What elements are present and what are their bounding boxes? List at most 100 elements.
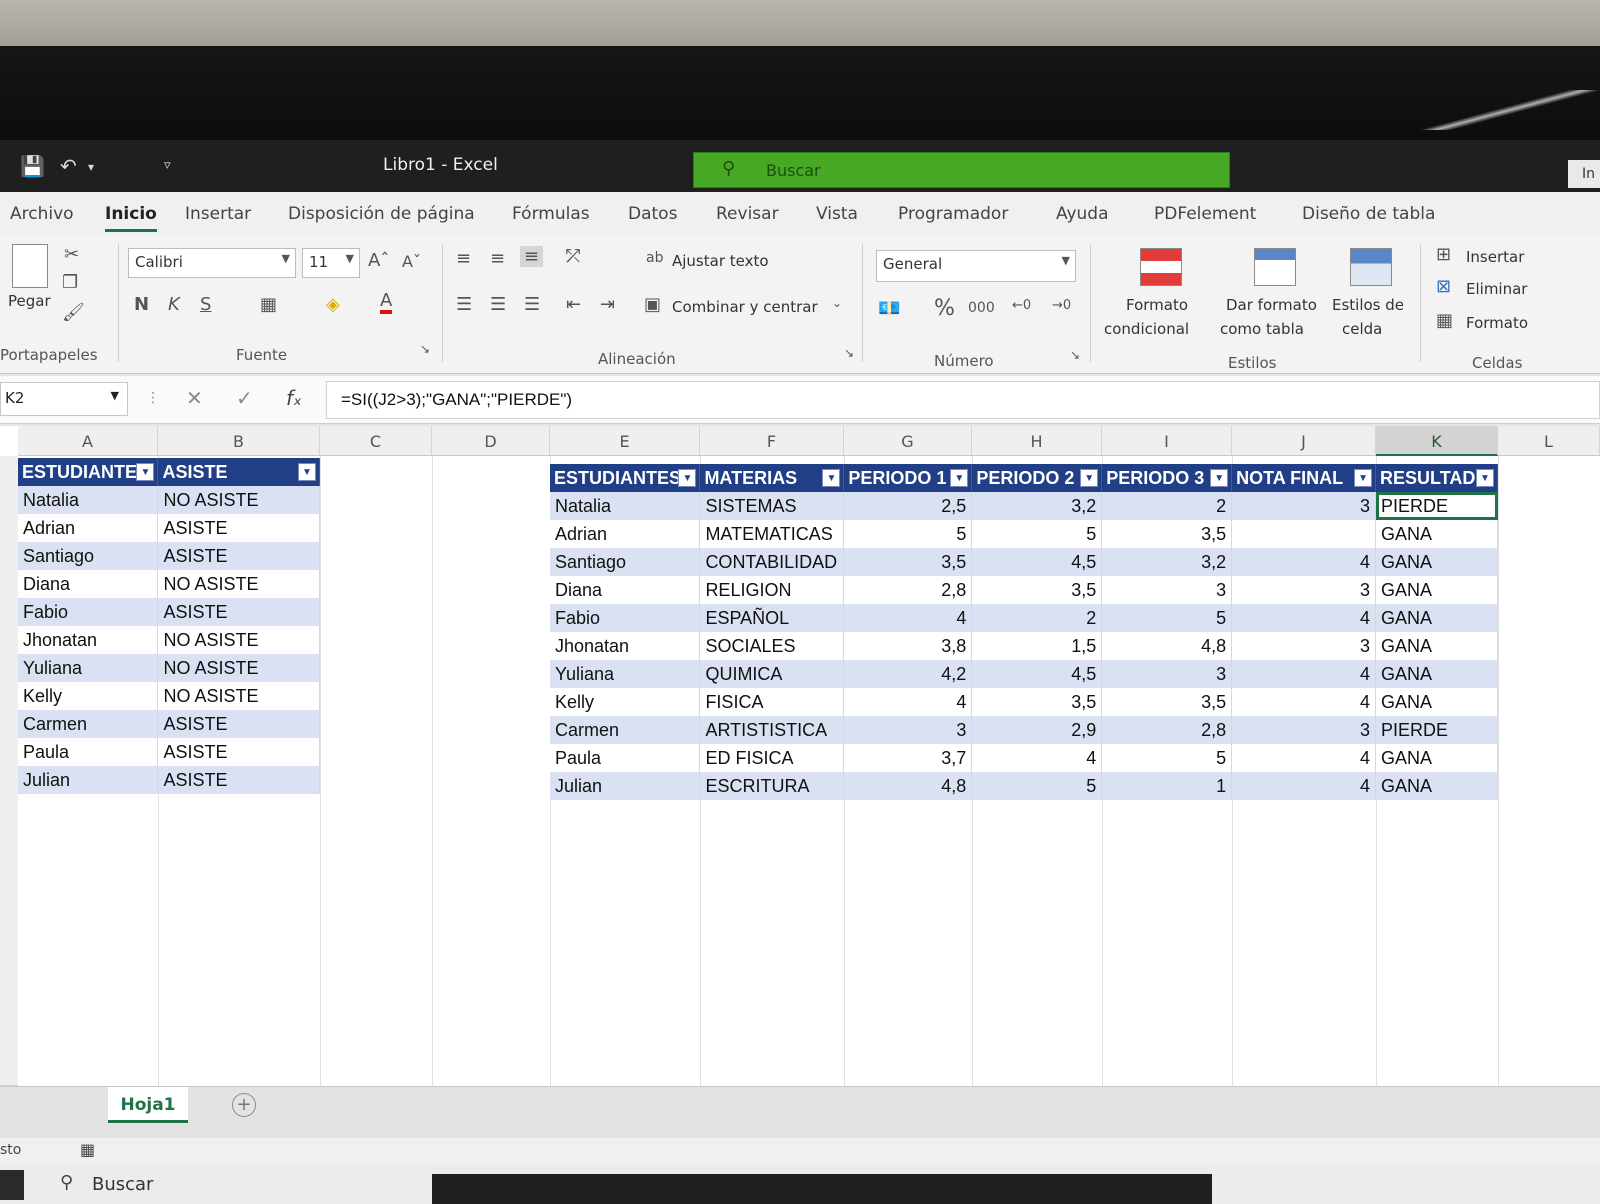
increase-font-icon[interactable]: Aˆ bbox=[368, 250, 389, 271]
cell-result[interactable]: GANA bbox=[1375, 548, 1498, 576]
cell-period-2[interactable]: 2 bbox=[971, 604, 1103, 632]
cell-student[interactable]: Yuliana bbox=[550, 660, 701, 688]
align-left-icon[interactable]: ☰ bbox=[456, 294, 472, 315]
cell-student[interactable]: Jhonatan bbox=[18, 626, 159, 654]
cancel-icon[interactable]: ✕ bbox=[186, 386, 203, 410]
cell-attendance[interactable]: ASISTE bbox=[157, 598, 320, 626]
cell-final-grade[interactable]: 3 bbox=[1231, 576, 1377, 604]
format-painter-icon[interactable]: 🖌 bbox=[62, 302, 85, 323]
cell-attendance[interactable]: ASISTE bbox=[157, 766, 320, 794]
save-icon[interactable]: 💾 bbox=[20, 154, 45, 178]
column-header-h[interactable]: H bbox=[972, 426, 1102, 456]
filter-dropdown-icon[interactable]: ▼ bbox=[678, 469, 697, 487]
cell-period-1[interactable]: 4 bbox=[843, 688, 973, 716]
cell-result[interactable]: GANA bbox=[1375, 772, 1498, 800]
tab-diseno-tabla[interactable]: Diseño de tabla bbox=[1302, 204, 1435, 224]
cell-student[interactable]: Adrian bbox=[18, 514, 159, 542]
cell-final-grade[interactable]: 4 bbox=[1231, 688, 1377, 716]
cell-period-2[interactable]: 4 bbox=[971, 744, 1103, 772]
dialog-launcher-icon[interactable]: ↘ bbox=[1070, 348, 1080, 362]
header-asiste[interactable]: ASISTE ▼ bbox=[157, 458, 320, 486]
align-center-icon[interactable]: ☰ bbox=[490, 294, 506, 315]
align-middle-icon[interactable]: ≡ bbox=[490, 248, 505, 269]
currency-icon[interactable]: 💶 bbox=[878, 298, 900, 319]
cell-final-grade[interactable] bbox=[1231, 520, 1377, 548]
paste-label[interactable]: Pegar bbox=[8, 292, 51, 310]
column-header-l[interactable]: L bbox=[1498, 426, 1600, 456]
cell-final-grade[interactable]: 4 bbox=[1231, 548, 1377, 576]
formula-input[interactable]: =SI((J2>3);"GANA";"PIERDE") bbox=[326, 381, 1600, 419]
column-header-e[interactable]: E bbox=[550, 426, 700, 456]
cell-attendance[interactable]: NO ASISTE bbox=[157, 682, 320, 710]
cell-period-1[interactable]: 4,2 bbox=[843, 660, 973, 688]
header-estudiantes[interactable]: ESTUDIANTES ▼ bbox=[18, 458, 159, 486]
tab-archivo[interactable]: Archivo bbox=[10, 204, 74, 224]
increase-indent-icon[interactable]: ⇥ bbox=[600, 294, 615, 315]
cell-subject[interactable]: SOCIALES bbox=[699, 632, 845, 660]
format-as-table-label-1[interactable]: Dar formato bbox=[1226, 296, 1317, 314]
align-right-icon[interactable]: ☰ bbox=[524, 294, 540, 315]
cell-student[interactable]: Jhonatan bbox=[550, 632, 701, 660]
cell-student[interactable]: Diana bbox=[18, 570, 159, 598]
cell-period-3[interactable]: 3,5 bbox=[1101, 520, 1233, 548]
conditional-format-label-1[interactable]: Formato bbox=[1126, 296, 1188, 314]
cell-attendance[interactable]: NO ASISTE bbox=[157, 570, 320, 598]
cell-period-1[interactable]: 2,5 bbox=[843, 492, 973, 520]
column-header-d[interactable]: D bbox=[432, 426, 550, 456]
cell-subject[interactable]: ARTISTISTICA bbox=[699, 716, 845, 744]
cut-icon[interactable]: ✂ bbox=[64, 244, 79, 265]
header-nota-final[interactable]: NOTA FINAL ▼ bbox=[1231, 464, 1377, 492]
add-sheet-icon[interactable]: + bbox=[232, 1093, 256, 1117]
fill-color-icon[interactable]: ◈ bbox=[326, 294, 340, 315]
cell-attendance[interactable]: ASISTE bbox=[157, 542, 320, 570]
column-header-k[interactable]: K bbox=[1376, 426, 1498, 456]
cell-period-2[interactable]: 1,5 bbox=[971, 632, 1103, 660]
cell-period-3[interactable]: 2,8 bbox=[1101, 716, 1233, 744]
cell-attendance[interactable]: ASISTE bbox=[157, 514, 320, 542]
insert-function-icon[interactable]: fₓ bbox=[286, 386, 302, 410]
font-name-select[interactable]: Calibri ▼ bbox=[128, 248, 296, 278]
cell-final-grade[interactable]: 4 bbox=[1231, 772, 1377, 800]
align-bottom-icon[interactable]: ≡ bbox=[520, 246, 544, 267]
tab-datos[interactable]: Datos bbox=[628, 204, 677, 224]
filter-dropdown-icon[interactable]: ▼ bbox=[298, 463, 316, 481]
cell-final-grade[interactable]: 4 bbox=[1231, 744, 1377, 772]
tab-revisar[interactable]: Revisar bbox=[716, 204, 779, 224]
cell-result[interactable]: GANA bbox=[1375, 576, 1498, 604]
filter-dropdown-icon[interactable]: ▼ bbox=[136, 463, 155, 481]
cell-subject[interactable]: FISICA bbox=[699, 688, 845, 716]
insert-cells-button[interactable]: Insertar bbox=[1466, 248, 1524, 266]
cell-period-1[interactable]: 4,8 bbox=[843, 772, 973, 800]
cell-subject[interactable]: ED FISICA bbox=[699, 744, 845, 772]
cell-attendance[interactable]: NO ASISTE bbox=[157, 486, 320, 514]
cell-period-2[interactable]: 3,2 bbox=[971, 492, 1103, 520]
windows-start-icon[interactable] bbox=[0, 1170, 24, 1200]
chevron-down-icon[interactable]: ⌄ bbox=[832, 296, 842, 310]
cell-period-2[interactable]: 2,9 bbox=[971, 716, 1103, 744]
tab-programador[interactable]: Programador bbox=[898, 204, 1008, 224]
column-header-c[interactable]: C bbox=[320, 426, 432, 456]
cell-final-grade[interactable]: 4 bbox=[1231, 660, 1377, 688]
tab-disposicion[interactable]: Disposición de página bbox=[288, 204, 475, 224]
enter-icon[interactable]: ✓ bbox=[236, 386, 253, 410]
cell-period-2[interactable]: 4,5 bbox=[971, 660, 1103, 688]
header-periodo-2[interactable]: PERIODO 2 ▼ bbox=[971, 464, 1103, 492]
format-as-table-label-2[interactable]: como tabla bbox=[1220, 320, 1304, 338]
header-periodo-1[interactable]: PERIODO 1 ▼ bbox=[843, 464, 973, 492]
column-header-j[interactable]: J bbox=[1232, 426, 1376, 456]
increase-decimal-icon[interactable]: ←0 bbox=[1012, 298, 1031, 313]
cell-subject[interactable]: MATEMATICAS bbox=[699, 520, 845, 548]
header-materias[interactable]: MATERIAS ▼ bbox=[699, 464, 845, 492]
cell-student[interactable]: Carmen bbox=[18, 710, 159, 738]
customize-toolbar-icon[interactable]: ▿ bbox=[164, 158, 171, 173]
underline-button[interactable]: S bbox=[200, 294, 211, 315]
cell-period-3[interactable]: 3,5 bbox=[1101, 688, 1233, 716]
cell-period-2[interactable]: 5 bbox=[971, 772, 1103, 800]
cell-period-1[interactable]: 2,8 bbox=[843, 576, 973, 604]
tab-inicio[interactable]: Inicio bbox=[105, 204, 157, 232]
cell-subject[interactable]: ESPAÑOL bbox=[699, 604, 845, 632]
row-headers[interactable] bbox=[0, 456, 18, 1086]
filter-dropdown-icon[interactable]: ▼ bbox=[1210, 469, 1229, 487]
cell-student[interactable]: Santiago bbox=[550, 548, 701, 576]
cell-period-1[interactable]: 3 bbox=[843, 716, 973, 744]
